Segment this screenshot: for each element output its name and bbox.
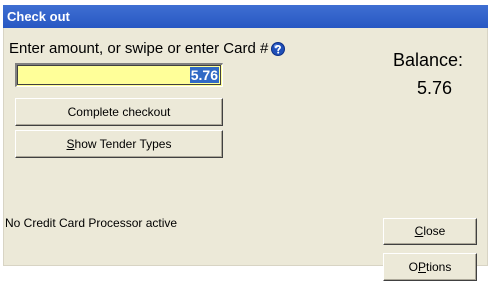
help-question-icon[interactable] <box>271 41 286 56</box>
processor-status: No Credit Card Processor active <box>5 216 178 230</box>
options-accel: P <box>417 260 426 274</box>
options-button[interactable]: OPtions <box>383 253 477 281</box>
show-tender-types-button[interactable]: Show Tender Types <box>15 130 223 158</box>
window-title: Check out <box>7 9 70 24</box>
amount-input[interactable]: 5.76 <box>15 63 223 87</box>
balance-value: 5.76 <box>417 78 453 98</box>
close-button[interactable]: Close <box>383 218 477 245</box>
complete-checkout-label: Complete checkout <box>67 105 171 119</box>
amount-prompt: Enter amount, or swipe or enter Card # <box>9 40 286 57</box>
checkout-dialog: Check out Enter amount, or swipe or ente… <box>0 0 491 281</box>
complete-checkout-button[interactable]: Complete checkout <box>15 98 223 126</box>
show-tender-types-label: how Tender Types <box>74 137 172 151</box>
close-label: lose <box>423 224 446 238</box>
title-bar[interactable]: Check out <box>3 5 488 28</box>
show-tender-types-accel: S <box>66 137 75 151</box>
options-label: tions <box>426 260 452 274</box>
dialog-body: Enter amount, or swipe or enter Card # 5… <box>3 28 488 281</box>
balance-label: Balance: <box>393 50 464 70</box>
amount-input-value: 5.76 <box>189 67 219 83</box>
amount-prompt-label: Enter amount, or swipe or enter Card # <box>9 40 269 57</box>
help-question-icon-graphic <box>271 41 286 56</box>
options-prefix: O <box>408 260 418 274</box>
